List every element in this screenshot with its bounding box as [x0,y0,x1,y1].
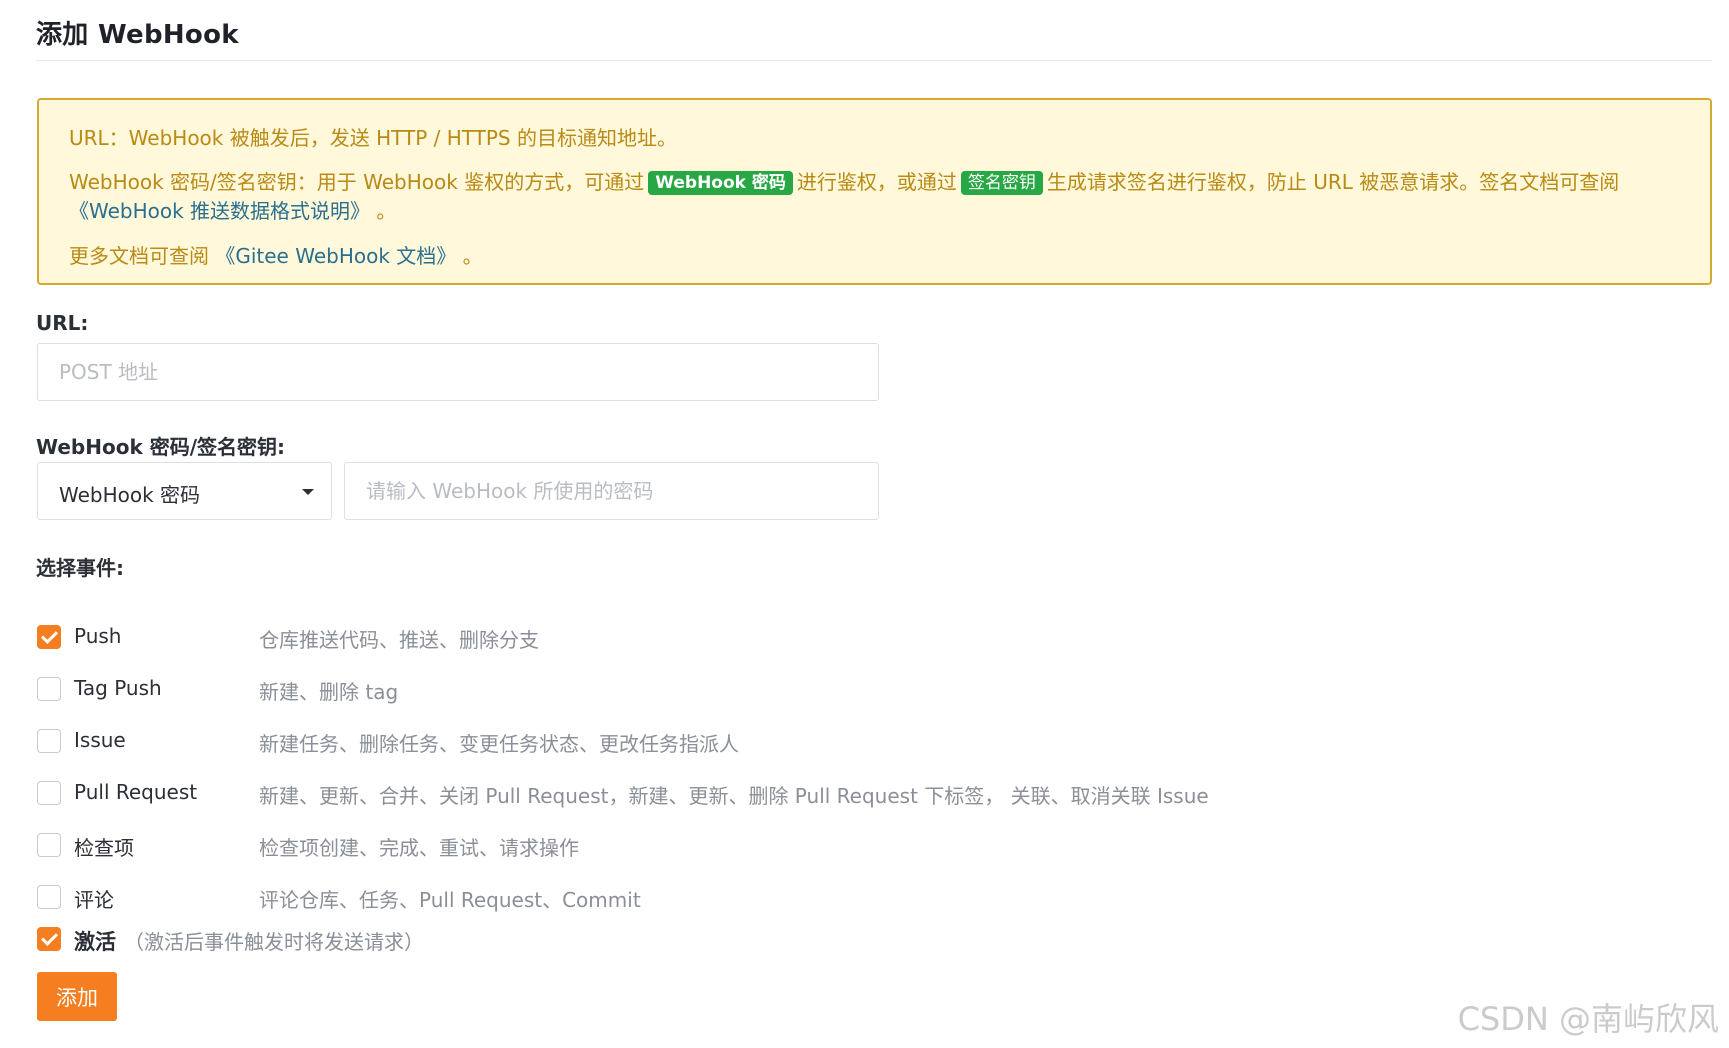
notice-more-docs-line: 更多文档可查阅 《Gitee WebHook 文档》 。 [69,240,483,269]
event-desc: 新建、删除 tag [259,680,399,704]
activate-label: 激活 [74,930,116,954]
notice-more-docs-suffix: 。 [462,244,483,268]
activate-checkbox[interactable] [37,927,61,951]
event-desc: 仓库推送代码、推送、删除分支 [259,628,539,652]
tag-signature-key: 签名密钥 [960,171,1043,195]
notice-secret-text-3: 生成请求签名进行鉴权，防止 URL 被恶意请求。签名文档可查阅 [1046,170,1620,194]
tag-webhook-password: WebHook 密码 [648,171,793,195]
secret-label: WebHook 密码/签名密钥: [36,435,286,459]
push-checkbox[interactable] [37,625,61,649]
watermark: CSDN @南屿欣风 [1457,1000,1719,1038]
activate-row[interactable]: 激活 （激活后事件触发时将发送请求） [37,925,837,957]
secret-type-select[interactable]: WebHook 密码 [37,462,332,520]
event-name: Tag Push [74,676,162,700]
comment-checkbox[interactable] [37,885,61,909]
issue-checkbox[interactable] [37,729,61,753]
event-desc: 新建任务、删除任务、变更任务状态、更改任务指派人 [259,732,739,756]
event-name: Push [74,624,122,648]
event-row-tag-push[interactable]: Tag Push 新建、删除 tag [37,675,1337,707]
event-row-comment[interactable]: 评论 评论仓库、任务、Pull Request、Commit [37,883,1337,915]
event-row-pull-request[interactable]: Pull Request 新建、更新、合并、关闭 Pull Request，新建… [37,779,1337,811]
event-name: 评论 [74,888,114,912]
event-row-check[interactable]: 检查项 检查项创建、完成、重试、请求操作 [37,831,1337,863]
title-divider [36,60,1712,61]
pull-request-checkbox[interactable] [37,781,61,805]
event-desc: 新建、更新、合并、关闭 Pull Request，新建、更新、删除 Pull R… [259,784,1209,808]
url-input[interactable] [37,343,879,401]
secret-type-value: WebHook 密码 [59,483,201,507]
url-label: URL: [36,311,89,335]
event-desc: 评论仓库、任务、Pull Request、Commit [259,888,641,912]
secret-input[interactable] [344,462,879,520]
add-webhook-page: 添加 WebHook URL：WebHook 被触发后，发送 HTTP / HT… [0,0,1729,1048]
notice-url-line: URL：WebHook 被触发后，发送 HTTP / HTTPS 的目标通知地址… [69,126,677,150]
event-row-push[interactable]: Push 仓库推送代码、推送、删除分支 [37,623,1337,655]
event-name: Pull Request [74,780,198,804]
info-notice: URL：WebHook 被触发后，发送 HTTP / HTTPS 的目标通知地址… [37,98,1712,285]
page-title: 添加 WebHook [36,20,239,50]
notice-secret-line: WebHook 密码/签名密钥：用于 WebHook 鉴权的方式，可通过 WebH… [69,166,1619,196]
event-name: 检查项 [74,836,134,860]
gitee-webhook-doc-link[interactable]: 《Gitee WebHook 文档》 [215,244,456,268]
tag-push-checkbox[interactable] [37,677,61,701]
check-item-checkbox[interactable] [37,833,61,857]
notice-format-doc-suffix: 。 [376,199,397,223]
activate-hint: （激活后事件触发时将发送请求） [124,930,424,954]
notice-secret-text-1: WebHook 密码/签名密钥：用于 WebHook 鉴权的方式，可通过 [69,170,645,194]
notice-more-docs-prefix: 更多文档可查阅 [69,244,209,268]
event-row-issue[interactable]: Issue 新建任务、删除任务、变更任务状态、更改任务指派人 [37,727,1337,759]
event-name: Issue [74,728,126,752]
notice-secret-text-2: 进行鉴权，或通过 [796,170,957,194]
format-doc-link[interactable]: 《WebHook 推送数据格式说明》 [69,199,370,223]
caret-down-icon [302,489,314,495]
add-button[interactable]: 添加 [37,972,117,1021]
notice-format-doc-line: 《WebHook 推送数据格式说明》 。 [69,195,396,224]
event-desc: 检查项创建、完成、重试、请求操作 [259,836,579,860]
events-label: 选择事件: [36,556,124,580]
